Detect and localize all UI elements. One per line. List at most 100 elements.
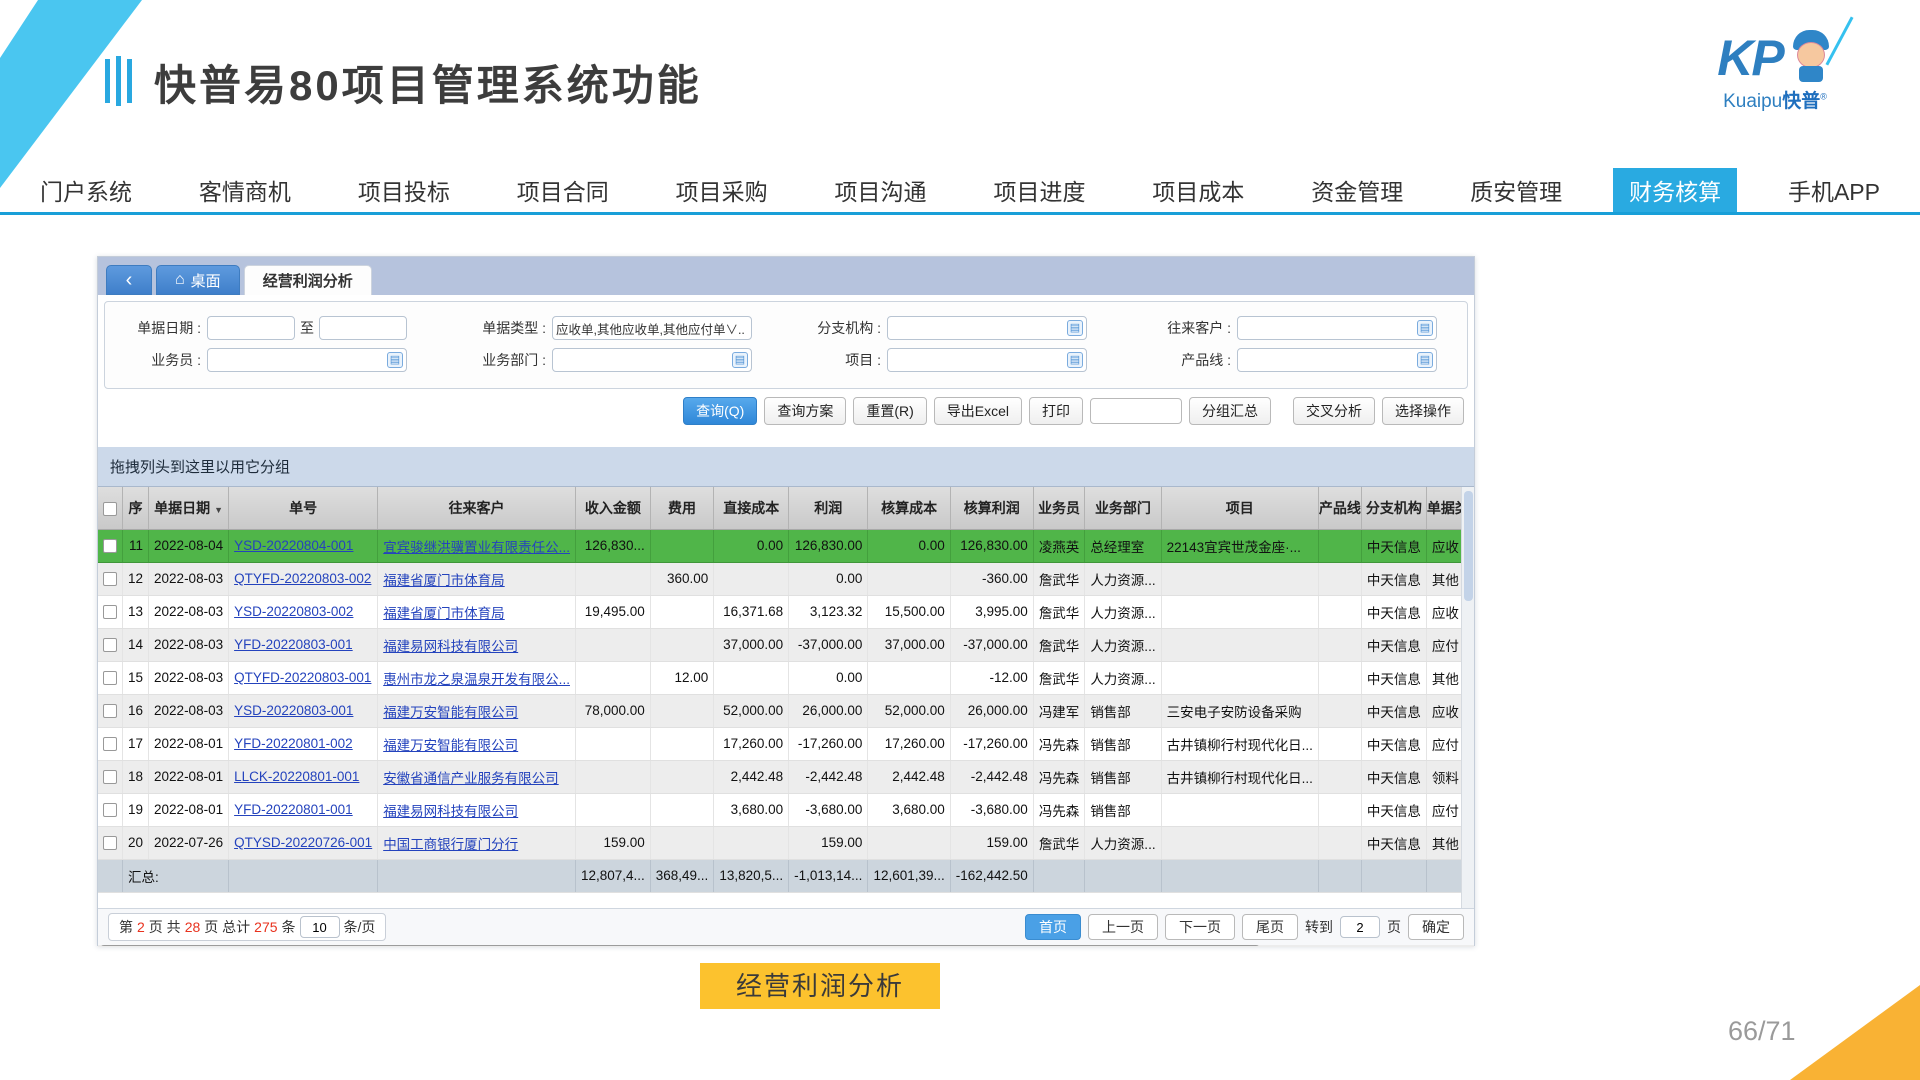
- doc_no-link[interactable]: QTYSD-20220726-001: [234, 835, 372, 850]
- salesperson-input[interactable]: ▤: [207, 348, 407, 372]
- customer-link[interactable]: 宜宾骏继洪骥置业有限责任公...: [383, 540, 570, 555]
- column-header-income[interactable]: 收入金额: [575, 487, 650, 529]
- column-header-seq[interactable]: 序: [123, 487, 149, 529]
- table-row[interactable]: 172022-08-01YFD-20220801-002福建万安智能有限公司17…: [98, 727, 1474, 760]
- column-header-date[interactable]: 单据日期▼: [149, 487, 229, 529]
- column-header-salesperson[interactable]: 业务员: [1033, 487, 1085, 529]
- customer-link[interactable]: 福建省厦门市体育局: [383, 573, 505, 588]
- row-checkbox[interactable]: [103, 671, 117, 685]
- confirm-button[interactable]: 确定: [1408, 914, 1464, 940]
- back-button[interactable]: ‹: [106, 265, 152, 295]
- table-row[interactable]: 182022-08-01LLCK-20220801-001安徽省通信产业服务有限…: [98, 760, 1474, 793]
- nav-item-11[interactable]: 财务核算: [1613, 168, 1737, 212]
- nav-item-7[interactable]: 项目进度: [977, 168, 1101, 212]
- lookup-list-icon[interactable]: ▤: [387, 352, 403, 368]
- project-input[interactable]: ▤: [887, 348, 1087, 372]
- last-page-button[interactable]: 尾页: [1242, 914, 1298, 940]
- row-checkbox[interactable]: [103, 638, 117, 652]
- nav-item-5[interactable]: 项目采购: [660, 168, 784, 212]
- customer-link[interactable]: 安徽省通信产业服务有限公司: [383, 771, 559, 786]
- vertical-scrollbar[interactable]: [1461, 487, 1474, 934]
- export-excel-button[interactable]: 导出Excel: [934, 397, 1022, 425]
- nav-item-2[interactable]: 客情商机: [183, 168, 307, 212]
- column-header-direct_cost[interactable]: 直接成本: [714, 487, 789, 529]
- print-button[interactable]: 打印: [1029, 397, 1083, 425]
- row-checkbox[interactable]: [103, 704, 117, 718]
- doc_no-link[interactable]: YSD-20220803-002: [234, 604, 353, 619]
- nav-item-3[interactable]: 项目投标: [342, 168, 466, 212]
- customer-link[interactable]: 福建省厦门市体育局: [383, 606, 505, 621]
- column-header-profit[interactable]: 利润: [789, 487, 868, 529]
- customer-link[interactable]: 惠州市龙之泉温泉开发有限公...: [383, 672, 570, 687]
- column-header-doc_no[interactable]: 单号: [229, 487, 378, 529]
- customer-link[interactable]: 福建易网科技有限公司: [383, 804, 518, 819]
- nav-item-10[interactable]: 质安管理: [1454, 168, 1578, 212]
- product-line-input[interactable]: ▤: [1237, 348, 1437, 372]
- doc_no-link[interactable]: LLCK-20220801-001: [234, 769, 359, 784]
- vertical-scroll-thumb[interactable]: [1464, 491, 1473, 601]
- table-row[interactable]: 142022-08-03YFD-20220803-001福建易网科技有限公司37…: [98, 628, 1474, 661]
- nav-item-9[interactable]: 资金管理: [1295, 168, 1419, 212]
- sort-arrow-icon[interactable]: ▼: [214, 505, 223, 515]
- column-header-acct_cost[interactable]: 核算成本: [868, 487, 950, 529]
- column-header-dept[interactable]: 业务部门: [1085, 487, 1161, 529]
- nav-item-4[interactable]: 项目合同: [501, 168, 625, 212]
- nav-item-8[interactable]: 项目成本: [1136, 168, 1260, 212]
- query-plan-button[interactable]: 查询方案: [764, 397, 846, 425]
- customer-link[interactable]: 中国工商银行厦门分行: [383, 837, 518, 852]
- prev-page-button[interactable]: 上一页: [1088, 914, 1158, 940]
- customer-link[interactable]: 福建万安智能有限公司: [383, 738, 518, 753]
- reset-button[interactable]: 重置(R): [853, 397, 926, 425]
- goto-page-input[interactable]: [1340, 916, 1380, 938]
- table-row[interactable]: 192022-08-01YFD-20220801-001福建易网科技有限公司3,…: [98, 793, 1474, 826]
- first-page-button[interactable]: 首页: [1025, 914, 1081, 940]
- next-page-button[interactable]: 下一页: [1165, 914, 1235, 940]
- department-input[interactable]: ▤: [552, 348, 752, 372]
- column-header-branch[interactable]: 分支机构: [1361, 487, 1426, 529]
- customer-input[interactable]: ▤: [1237, 316, 1437, 340]
- table-row[interactable]: 152022-08-03QTYFD-20220803-001惠州市龙之泉温泉开发…: [98, 661, 1474, 694]
- date-to-input[interactable]: [319, 316, 407, 340]
- table-row[interactable]: 122022-08-03QTYFD-20220803-002福建省厦门市体育局3…: [98, 562, 1474, 595]
- page-size-input[interactable]: [300, 916, 340, 938]
- select-all-checkbox[interactable]: [103, 502, 117, 516]
- table-row[interactable]: 202022-07-26QTYSD-20220726-001中国工商银行厦门分行…: [98, 826, 1474, 859]
- table-row[interactable]: 162022-08-03YSD-20220803-001福建万安智能有限公司78…: [98, 694, 1474, 727]
- table-row[interactable]: 132022-08-03YSD-20220803-002福建省厦门市体育局19,…: [98, 595, 1474, 628]
- lookup-list-icon[interactable]: ▤: [1417, 352, 1433, 368]
- column-header-sel[interactable]: [98, 487, 123, 529]
- doc_no-link[interactable]: YSD-20220804-001: [234, 538, 353, 553]
- group-drop-zone[interactable]: 拖拽列头到这里以用它分组: [98, 447, 1474, 487]
- column-header-acct_profit[interactable]: 核算利润: [950, 487, 1033, 529]
- lookup-list-icon[interactable]: ▤: [1067, 320, 1083, 336]
- select-operation-button[interactable]: 选择操作: [1382, 397, 1464, 425]
- quick-filter-input[interactable]: [1090, 398, 1182, 424]
- doc-type-input[interactable]: 应收单,其他应收单,其他应付单∨..: [552, 316, 752, 340]
- row-checkbox[interactable]: [103, 572, 117, 586]
- nav-item-1[interactable]: 门户系统: [24, 168, 148, 212]
- lookup-list-icon[interactable]: ▤: [1417, 320, 1433, 336]
- cross-analysis-button[interactable]: 交叉分析: [1293, 397, 1375, 425]
- column-header-customer[interactable]: 往来客户: [378, 487, 576, 529]
- tab-profit-analysis[interactable]: 经营利润分析: [244, 265, 372, 295]
- row-checkbox[interactable]: [103, 770, 117, 784]
- date-from-input[interactable]: [207, 316, 295, 340]
- lookup-list-icon[interactable]: ▤: [1067, 352, 1083, 368]
- table-row[interactable]: 112022-08-04YSD-20220804-001宜宾骏继洪骥置业有限责任…: [98, 529, 1474, 562]
- column-header-product_line[interactable]: 产品线: [1318, 487, 1361, 529]
- column-header-project[interactable]: 项目: [1161, 487, 1318, 529]
- customer-link[interactable]: 福建万安智能有限公司: [383, 705, 518, 720]
- row-checkbox[interactable]: [103, 836, 117, 850]
- query-button[interactable]: 查询(Q): [683, 397, 757, 425]
- doc_no-link[interactable]: YSD-20220803-001: [234, 703, 353, 718]
- lookup-list-icon[interactable]: ▤: [732, 352, 748, 368]
- tab-desktop[interactable]: ⌂ 桌面: [156, 265, 240, 295]
- row-checkbox[interactable]: [103, 539, 117, 553]
- doc_no-link[interactable]: YFD-20220803-001: [234, 637, 353, 652]
- row-checkbox[interactable]: [103, 605, 117, 619]
- group-summary-button[interactable]: 分组汇总: [1189, 397, 1271, 425]
- doc_no-link[interactable]: YFD-20220801-001: [234, 802, 353, 817]
- nav-item-6[interactable]: 项目沟通: [819, 168, 943, 212]
- doc_no-link[interactable]: QTYFD-20220803-002: [234, 571, 371, 586]
- doc_no-link[interactable]: YFD-20220801-002: [234, 736, 353, 751]
